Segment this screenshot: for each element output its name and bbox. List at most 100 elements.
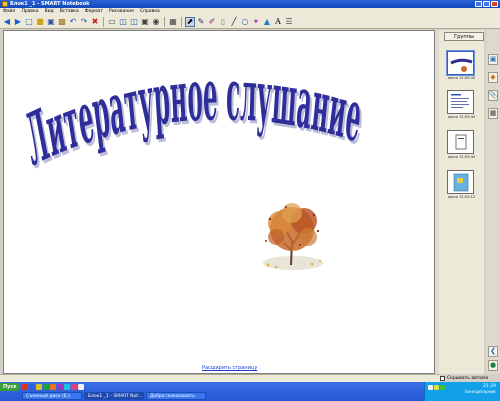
page-sorter-panel <box>439 30 484 374</box>
quick-launch-icon[interactable] <box>64 384 70 390</box>
task-removable-disk[interactable]: Съемный диск (E:) <box>22 392 82 400</box>
menu-draw[interactable]: Рисование <box>109 9 134 14</box>
toolbar: ◀ ▶ □ ■ ▣ ▩ ↶ ↷ ✖ ▭ ◫ ◫ ▣ ◉ ▦ ⬈ ✎ ✐ ▯ ╱ … <box>0 15 500 29</box>
whiteboard-canvas[interactable]: Литературное слушание Расширить страницу <box>3 30 435 374</box>
window-controls <box>475 1 498 7</box>
properties-icon[interactable]: ☰ <box>284 17 294 27</box>
panel-toggle-icon[interactable]: ● <box>488 360 498 371</box>
page-sorter-tab-icon[interactable]: ▣ <box>488 54 498 65</box>
select-icon[interactable]: ⬈ <box>185 16 195 27</box>
quick-launch-icon[interactable] <box>50 384 56 390</box>
new-page-icon[interactable]: □ <box>24 17 34 27</box>
task-label: Съемный диск (E:) <box>26 393 70 399</box>
close-button[interactable] <box>491 1 498 7</box>
task-label: Блок1 _1 - SMART Not... <box>88 393 143 399</box>
toolbar-separator <box>164 16 165 27</box>
page-thumbnail[interactable] <box>447 51 474 75</box>
extend-page-link[interactable]: Расширить страницу <box>202 365 257 371</box>
line-icon[interactable]: ╱ <box>229 17 239 27</box>
full-screen-icon[interactable]: ◫ <box>118 17 128 27</box>
groups-button[interactable]: Группы <box>444 32 484 41</box>
menu-view[interactable]: Вид <box>45 9 54 14</box>
delete-icon[interactable]: ✖ <box>90 17 100 27</box>
minimize-button[interactable] <box>475 1 482 7</box>
pen-icon[interactable]: ✎ <box>196 17 206 27</box>
menu-insert[interactable]: Вставка <box>60 9 79 14</box>
quick-launch-icon[interactable] <box>43 384 49 390</box>
thumbnail-preview-3 <box>455 134 467 150</box>
dual-page-icon[interactable]: ◫ <box>129 17 139 27</box>
thumbnail-preview-4 <box>453 173 469 192</box>
menu-file[interactable]: Файл <box>3 9 15 14</box>
headline-text: Литературное слушание <box>20 54 366 183</box>
task-label: Добро пожаловать <box>150 393 195 399</box>
quick-launch-icon[interactable] <box>78 384 84 390</box>
thumbnail-label: июня 15:05:40 <box>448 155 476 159</box>
windows-taskbar: Пуск Съемный диск (E:) Блок1 _1 - SMART … <box>0 382 500 401</box>
save-icon[interactable]: ▣ <box>46 17 56 27</box>
undo-icon[interactable]: ↶ <box>68 17 78 27</box>
back-icon[interactable]: ◀ <box>2 17 12 27</box>
page-thumbnail[interactable] <box>447 90 474 114</box>
thumbnail-preview-1 <box>450 58 473 72</box>
move-sidebar-icon[interactable]: ❮ <box>488 346 498 357</box>
text-icon[interactable]: A <box>273 17 283 27</box>
fill-icon[interactable]: ▲ <box>262 17 272 27</box>
quick-launch-icon[interactable] <box>71 384 77 390</box>
task-smart-notebook[interactable]: Блок1 _1 - SMART Not... <box>84 392 144 400</box>
app-icon <box>2 1 8 7</box>
shape-icon[interactable]: ○ <box>240 17 250 27</box>
forward-icon[interactable]: ▶ <box>13 17 23 27</box>
tray-icon[interactable] <box>434 385 439 390</box>
system-tray: 21:29 понедельник <box>424 382 500 401</box>
start-button[interactable]: Пуск <box>0 383 20 391</box>
auto-hide-label: Скрывать автома <box>447 375 489 381</box>
quick-launch-icon[interactable] <box>57 384 63 390</box>
tray-icon[interactable] <box>428 385 433 390</box>
quick-launch <box>22 384 84 390</box>
headline-wordart[interactable]: Литературное слушание <box>4 54 384 189</box>
open-icon[interactable]: ■ <box>35 17 45 27</box>
attachments-tab-icon[interactable]: 📎 <box>488 90 498 101</box>
toolbar-separator <box>103 16 104 27</box>
status-bar <box>0 374 440 382</box>
menu-bar: Файл Правка Вид Вставка Формат Рисование… <box>0 8 500 15</box>
gallery-tab-icon[interactable]: ◆ <box>488 72 498 83</box>
thumbnail-label: июня 15:05:12 <box>448 195 476 199</box>
menu-edit[interactable]: Правка <box>21 9 38 14</box>
page-thumbnail[interactable] <box>447 170 474 194</box>
start-label: Пуск <box>3 384 17 390</box>
menu-help[interactable]: Справка <box>140 9 160 14</box>
properties-tab-icon[interactable]: ▦ <box>488 108 498 119</box>
task-welcome[interactable]: Добро пожаловать <box>146 392 206 400</box>
tray-icons <box>428 385 445 390</box>
creative-pen-icon[interactable]: ✐ <box>207 17 217 27</box>
table-icon[interactable]: ▦ <box>168 17 178 27</box>
tray-icon[interactable] <box>440 385 445 390</box>
eraser-icon[interactable]: ▯ <box>218 17 228 27</box>
quick-launch-icon[interactable] <box>36 384 42 390</box>
auto-hide-checkbox[interactable] <box>440 375 445 381</box>
clock[interactable]: 21:29 понедельник <box>465 384 496 396</box>
quick-launch-icon[interactable] <box>22 384 28 390</box>
thumbnail-label: июня 15:05:40 <box>448 76 476 80</box>
document-camera-icon[interactable]: ◉ <box>151 17 161 27</box>
screen-shade-icon[interactable]: ▭ <box>107 17 117 27</box>
page-thumbnail[interactable] <box>447 130 474 154</box>
quick-launch-icon[interactable] <box>29 384 35 390</box>
paste-icon[interactable]: ▩ <box>57 17 67 27</box>
menu-format[interactable]: Формат <box>85 9 103 14</box>
thumbnail-preview-2 <box>451 94 469 108</box>
title-bar: Блок1 _1 - SMART Notebook <box>0 0 500 8</box>
thumbnail-label: июня 15:05:40 <box>448 115 476 119</box>
magic-pen-icon[interactable]: ✦ <box>251 17 261 27</box>
redo-icon[interactable]: ↷ <box>79 17 89 27</box>
window-title: Блок1 _1 - SMART Notebook <box>10 1 90 7</box>
svg-text:Литературное слушание: Литературное слушание <box>20 54 366 183</box>
toolbar-separator <box>181 16 182 27</box>
maximize-button[interactable] <box>483 1 490 7</box>
auto-hide-row: Скрывать автома <box>440 374 500 382</box>
autumn-tree-image[interactable] <box>256 201 330 273</box>
capture-icon[interactable]: ▣ <box>140 17 150 27</box>
clock-day: понедельник <box>464 390 496 395</box>
